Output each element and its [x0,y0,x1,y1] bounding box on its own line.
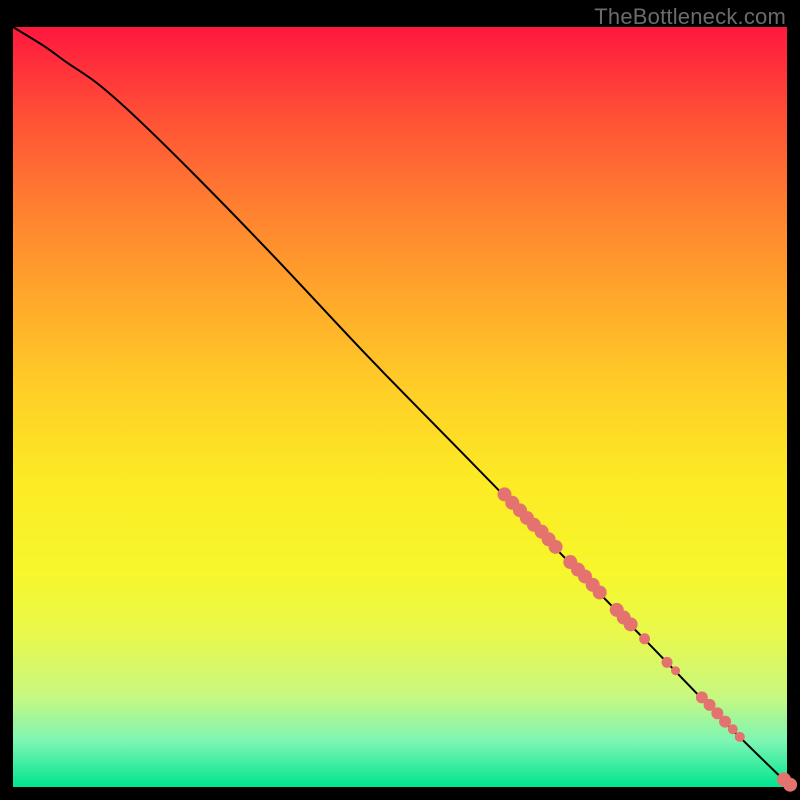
data-dot [639,633,650,644]
plot-area [13,27,787,787]
data-dot [735,732,745,742]
data-dot [662,657,673,668]
data-dot [728,724,738,734]
data-dot [671,666,680,675]
chart-stage: TheBottleneck.com [0,0,800,800]
data-dot [549,540,563,554]
dot-group [497,487,797,791]
curve-line [13,27,787,783]
data-dot [593,585,607,599]
plot-svg [13,27,787,787]
data-dot [783,778,797,792]
data-dot [624,617,638,631]
